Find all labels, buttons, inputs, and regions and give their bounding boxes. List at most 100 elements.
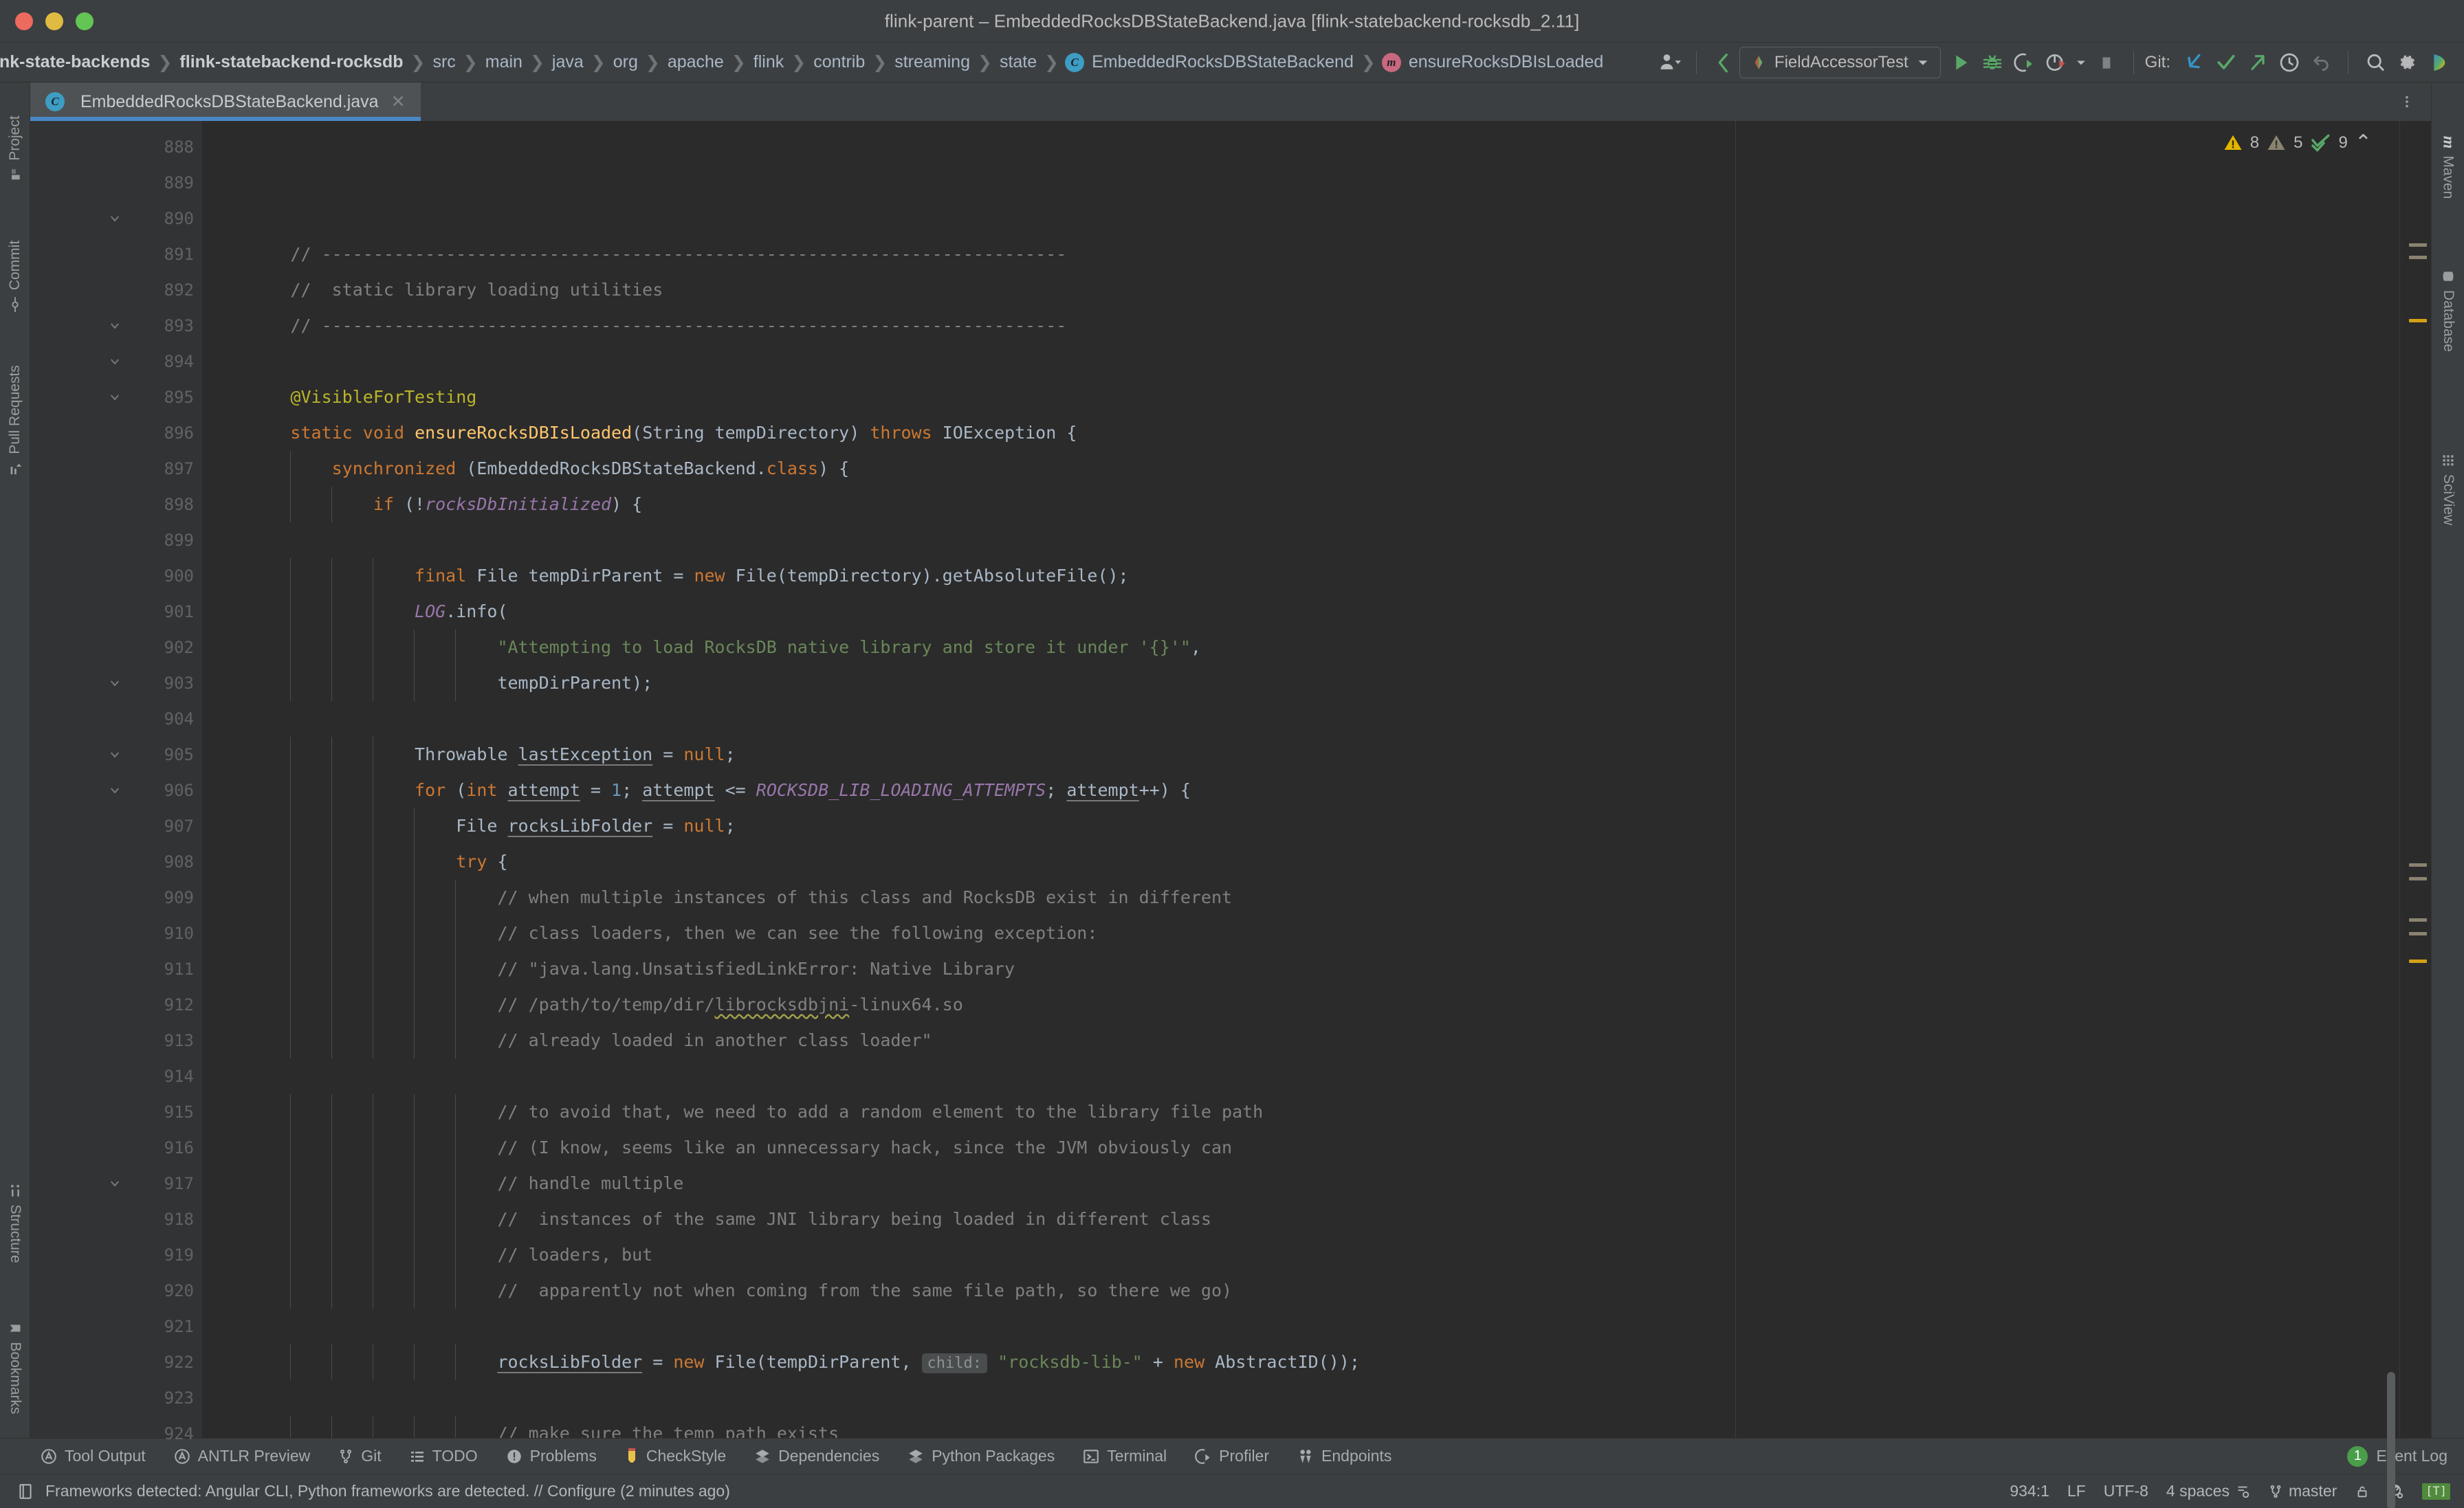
code-fold-icon[interactable] [109, 212, 121, 225]
line-number[interactable]: 907 [30, 808, 202, 844]
code-line[interactable]: try { [202, 844, 2431, 880]
line-number[interactable]: 896 [30, 415, 202, 451]
line-number[interactable]: 900 [30, 558, 202, 594]
event-log-area[interactable]: 1 Event Log [2347, 1445, 2464, 1467]
sidebar-item-sciview[interactable]: SciView [2440, 454, 2456, 525]
marker[interactable] [2409, 877, 2427, 880]
marker[interactable] [2409, 319, 2427, 322]
search-everywhere-icon[interactable] [2360, 47, 2391, 78]
code-line[interactable]: synchronized (EmbeddedRocksDBStateBacken… [202, 451, 2431, 487]
settings-icon[interactable] [2391, 47, 2423, 78]
code-line[interactable] [202, 1058, 2431, 1094]
breadcrumb-item-contrib[interactable]: contrib [812, 52, 866, 72]
sidebar-item-pull-requests[interactable]: Pull Requests [7, 365, 23, 476]
stop-icon[interactable] [2091, 47, 2122, 78]
line-number[interactable]: 890 [30, 201, 202, 236]
code-fold-icon[interactable] [109, 677, 121, 689]
line-number[interactable]: 893 [30, 308, 202, 344]
code-fold-icon[interactable] [109, 784, 121, 797]
breadcrumb-item-flink-statebackend-rocksdb[interactable]: flink-statebackend-rocksdb [178, 52, 404, 72]
code-fold-icon[interactable] [109, 320, 121, 332]
marker[interactable] [2409, 932, 2427, 935]
code-line[interactable]: File rocksLibFolder = null; [202, 808, 2431, 844]
line-number[interactable]: 917 [30, 1166, 202, 1201]
notification-icon[interactable] [16, 1483, 34, 1500]
run-with-coverage-icon[interactable] [2008, 47, 2040, 78]
line-number[interactable]: 894 [30, 344, 202, 379]
git-commit-icon[interactable] [2210, 47, 2242, 78]
sidebar-item-project[interactable]: Project [7, 115, 23, 181]
line-separator[interactable]: LF [2067, 1482, 2086, 1500]
code-line[interactable]: // already loaded in another class loade… [202, 1023, 2431, 1058]
debug-icon[interactable] [1977, 47, 2008, 78]
indent-setting[interactable]: 4 spaces [2166, 1482, 2250, 1500]
line-number[interactable]: 903 [30, 665, 202, 701]
code-line[interactable]: @VisibleForTesting [202, 379, 2431, 415]
breadcrumb-item-src[interactable]: src [431, 52, 456, 72]
code-line[interactable]: // /path/to/temp/dir/librocksdbjni-linux… [202, 987, 2431, 1023]
line-number[interactable]: 902 [30, 630, 202, 665]
line-number[interactable]: 911 [30, 951, 202, 987]
line-number[interactable]: 891 [30, 236, 202, 272]
code-line[interactable] [202, 522, 2431, 558]
line-number[interactable]: 895 [30, 379, 202, 415]
code-line[interactable]: // (I know, seems like an unnecessary ha… [202, 1130, 2431, 1166]
more-options-icon[interactable] [2391, 86, 2423, 118]
code-line[interactable]: // handle multiple [202, 1166, 2431, 1201]
code-fold-icon[interactable] [109, 1177, 121, 1190]
bottom-tool-todo[interactable]: TODO [395, 1447, 492, 1465]
breadcrumb-item-apache[interactable]: apache [666, 52, 725, 72]
code-line[interactable]: // static library loading utilities [202, 272, 2431, 308]
bottom-tool-terminal[interactable]: Terminal [1068, 1447, 1180, 1465]
bottom-tool-git[interactable]: Git [324, 1447, 395, 1465]
breadcrumb-item-streaming[interactable]: streaming [893, 52, 971, 72]
code-line[interactable] [202, 701, 2431, 737]
line-number[interactable]: 919 [30, 1237, 202, 1273]
sidebar-item-maven[interactable]: m Maven [2439, 136, 2457, 199]
line-number[interactable]: 909 [30, 880, 202, 916]
line-number[interactable]: 898 [30, 487, 202, 522]
code-line[interactable]: // -------------------------------------… [202, 236, 2431, 272]
code-line[interactable]: // instances of the same JNI library bei… [202, 1201, 2431, 1237]
run-configuration-selector[interactable]: FieldAccessorTest [1739, 46, 1941, 78]
breadcrumb-item-ink-state-backends[interactable]: ink-state-backends [0, 52, 151, 72]
vertical-scrollbar[interactable] [2387, 1372, 2395, 1508]
line-number[interactable]: 922 [30, 1344, 202, 1380]
sidebar-item-commit[interactable]: Commit [7, 241, 23, 313]
breadcrumb-item-java[interactable]: java [551, 52, 585, 72]
code-line[interactable] [202, 344, 2431, 379]
line-number[interactable]: 899 [30, 522, 202, 558]
code-line[interactable] [202, 1380, 2431, 1416]
rollback-icon[interactable] [2305, 47, 2337, 78]
code-line[interactable]: for (int attempt = 1; attempt <= ROCKSDB… [202, 773, 2431, 808]
close-icon[interactable]: ✕ [388, 91, 408, 112]
line-number[interactable]: 916 [30, 1130, 202, 1166]
marker[interactable] [2409, 918, 2427, 922]
line-number[interactable]: 923 [30, 1380, 202, 1416]
line-number[interactable]: 888 [30, 129, 202, 165]
breadcrumb-item-state[interactable]: state [998, 52, 1038, 72]
code-line[interactable]: // to avoid that, we need to add a rando… [202, 1094, 2431, 1130]
chevron-down-icon[interactable] [2071, 47, 2091, 78]
line-number[interactable]: 914 [30, 1058, 202, 1094]
code-line[interactable]: tempDirParent); [202, 665, 2431, 701]
code-line[interactable]: // "java.lang.UnsatisfiedLinkError: Nati… [202, 951, 2431, 987]
bottom-tool-dependencies[interactable]: Dependencies [740, 1447, 893, 1465]
code-fold-icon[interactable] [109, 391, 121, 403]
status-message[interactable]: Frameworks detected: Angular CLI, Python… [45, 1482, 730, 1500]
code-fold-icon[interactable] [109, 355, 121, 368]
line-number[interactable]: 921 [30, 1309, 202, 1344]
line-number[interactable]: 892 [30, 272, 202, 308]
sidebar-item-structure[interactable]: Structure [7, 1184, 23, 1263]
marker[interactable] [2409, 863, 2427, 867]
breadcrumb-item-org[interactable]: org [612, 52, 639, 72]
line-number[interactable]: 908 [30, 844, 202, 880]
breadcrumb-item-ensurerocksdbisloaded[interactable]: m ensureRocksDBIsLoaded [1381, 52, 1605, 72]
line-number[interactable]: 918 [30, 1201, 202, 1237]
breadcrumb-item-embeddedrocksdbstatebackend[interactable]: C EmbeddedRocksDBStateBackend [1065, 52, 1355, 72]
line-number[interactable]: 910 [30, 916, 202, 951]
git-push-icon[interactable] [2242, 47, 2274, 78]
line-number[interactable]: 912 [30, 987, 202, 1023]
bottom-tool-checkstyle[interactable]: CheckStyle [610, 1447, 740, 1465]
profile-icon[interactable] [2040, 47, 2071, 78]
